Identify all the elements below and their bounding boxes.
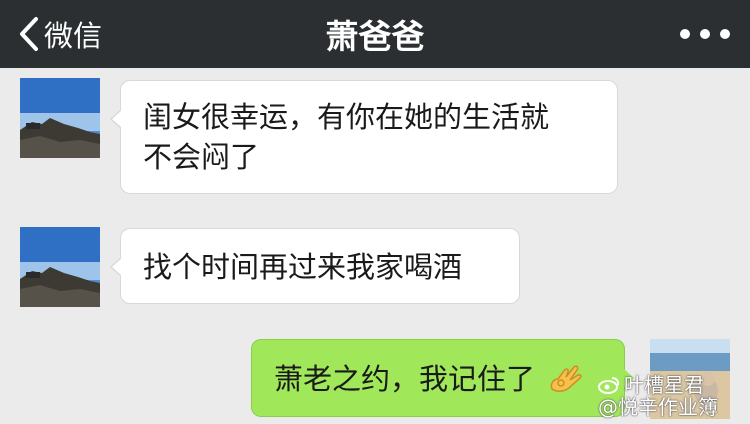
- chevron-left-icon: [20, 17, 38, 51]
- ok-hand-emoji-icon: [551, 365, 582, 392]
- more-dots-icon: [720, 29, 730, 39]
- more-dots-icon: [680, 29, 690, 39]
- watermark-line-1: 叶槽星君: [624, 373, 704, 397]
- message-text-line: 萧老之约，我记住了: [274, 362, 536, 396]
- landscape-avatar-image: [20, 227, 100, 307]
- message-text-line: 闺女很幸运，有你在她的生活就: [143, 100, 550, 134]
- contact-avatar[interactable]: [20, 227, 100, 307]
- landscape-avatar-image: [20, 78, 100, 158]
- watermark-line-2: @悦辛作业簿: [598, 395, 718, 419]
- message-text-line: 找个时间再过来我家喝酒: [143, 250, 463, 284]
- back-label: 微信: [44, 19, 103, 53]
- message-bubble-outgoing[interactable]: 萧老之约，我记住了: [251, 339, 634, 417]
- weibo-logo-icon: [598, 377, 620, 394]
- message-bubble-incoming[interactable]: 找个时间再过来我家喝酒: [110, 228, 520, 304]
- message-bubble-incoming[interactable]: 闺女很幸运，有你在她的生活就 不会闷了: [110, 80, 618, 194]
- top-bar: 微信 萧爸爸: [0, 0, 750, 68]
- more-dots-icon: [700, 29, 710, 39]
- more-button[interactable]: [680, 18, 730, 50]
- back-button[interactable]: 微信: [18, 10, 102, 58]
- message-text-line: 不会闷了: [143, 140, 260, 174]
- chat-title: 萧爸爸: [325, 17, 425, 56]
- contact-avatar[interactable]: [20, 78, 100, 158]
- weibo-watermark: 叶槽星君 @悦辛作业簿: [598, 374, 750, 424]
